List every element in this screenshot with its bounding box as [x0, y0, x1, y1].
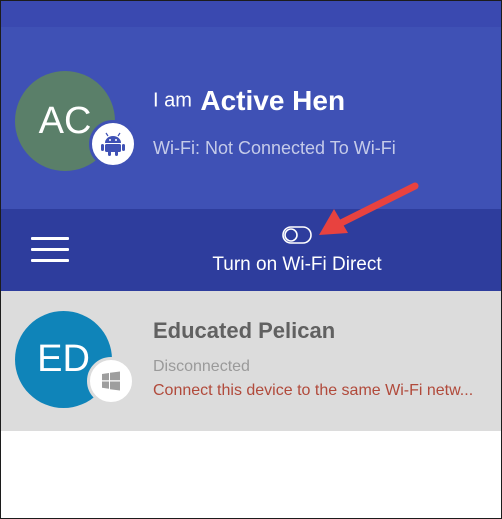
peer-device-name: Educated Pelican: [153, 318, 336, 343]
name-prefix: I am: [153, 89, 192, 112]
device-name-line: I am Active Hen: [153, 85, 345, 117]
windows-icon: [87, 357, 135, 405]
annotation-arrow-icon: [319, 182, 419, 235]
peer-avatar-initials: ED: [37, 338, 90, 380]
status-bar: [1, 1, 501, 27]
android-icon: [89, 120, 137, 168]
toggle-switch-icon[interactable]: [282, 226, 312, 249]
my-device-name: Active Hen: [200, 85, 346, 116]
wifi-status-text: Wi-Fi: Not Connected To Wi-Fi: [153, 138, 396, 158]
app-window: AC I am Active Hen Wi-Fi: Not Connected …: [0, 0, 502, 519]
connection-status: Disconnected: [153, 358, 250, 375]
wifi-direct-toggle-label[interactable]: Turn on Wi-Fi Direct: [1, 254, 501, 276]
connection-warning: Connect this device to the same Wi-Fi ne…: [153, 382, 474, 399]
toolbar: Turn on Wi-Fi Direct: [1, 209, 501, 291]
profile-header: AC I am Active Hen Wi-Fi: Not Connected …: [1, 27, 501, 209]
my-avatar-initials: AC: [38, 99, 92, 142]
device-list-item[interactable]: ED Educated Pelican Disconnected Connect…: [1, 291, 501, 431]
